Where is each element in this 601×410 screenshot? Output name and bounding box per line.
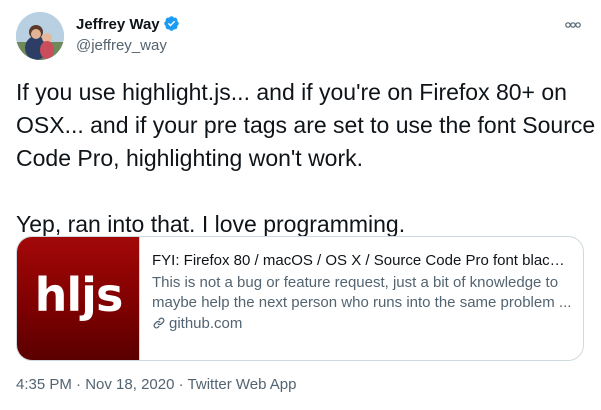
card-description-line: maybe help the next person who runs into… [152, 294, 572, 311]
hljs-logo: hljs [34, 268, 124, 322]
tweet-text-line: Code Pro, highlighting won't work. [16, 145, 364, 171]
more-dots-icon [565, 22, 581, 28]
tweet-date: Nov 18, 2020 [85, 376, 175, 393]
card-domain-text: github.com [169, 315, 243, 332]
tweet-time-link[interactable]: 4:35 PM · Nov 18, 2020 [16, 376, 174, 393]
tweet-source-link[interactable]: Twitter Web App [188, 376, 297, 393]
author-name-text[interactable]: Jeffrey Way [76, 16, 160, 33]
meta-separator: · [76, 376, 82, 393]
tweet-time: 4:35 PM [16, 376, 72, 393]
author-handle[interactable]: @jeffrey_way [76, 36, 167, 56]
tweet-text: If you use highlight.js... and if you're… [16, 76, 596, 241]
card-body: FYI: Firefox 80 / macOS / OS X / Source … [152, 251, 572, 334]
verified-badge-icon [163, 16, 179, 31]
tweet: Jeffrey Way @jeffrey_way If you use high… [0, 0, 601, 410]
link-card[interactable]: hljs FYI: Firefox 80 / macOS / OS X / So… [16, 236, 584, 361]
card-thumbnail: hljs [17, 237, 140, 360]
card-domain: github.com [152, 314, 572, 334]
more-options-button[interactable] [560, 14, 586, 36]
tweet-text-line: OSX... and if your pre tags are set to u… [16, 112, 596, 138]
link-icon [153, 317, 165, 329]
avatar[interactable] [16, 12, 64, 60]
tweet-meta: 4:35 PM · Nov 18, 2020 · Twitter Web App [16, 375, 296, 395]
author-name[interactable]: Jeffrey Way [76, 15, 180, 35]
tweet-text-line: If you use highlight.js... and if you're… [16, 79, 567, 105]
meta-separator: · [178, 376, 184, 393]
card-description-line: This is not a bug or feature request, ju… [152, 274, 559, 291]
card-description: This is not a bug or feature request, ju… [152, 273, 572, 313]
card-title: FYI: Firefox 80 / macOS / OS X / Source … [152, 252, 572, 269]
